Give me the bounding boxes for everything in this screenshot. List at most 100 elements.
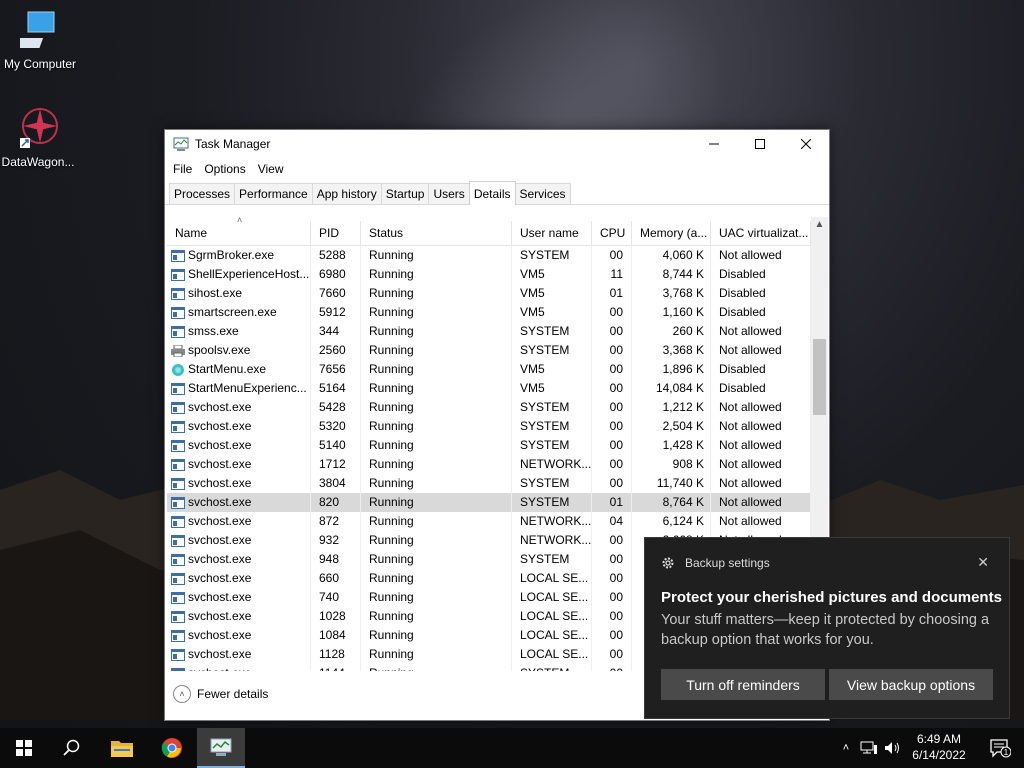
- cell-cpu: 01: [592, 284, 632, 303]
- cell-memory: 8,744 K: [632, 265, 711, 284]
- action-center-button[interactable]: 1: [976, 728, 1024, 768]
- cell-cpu: 00: [592, 626, 632, 645]
- close-icon: [801, 139, 811, 149]
- cell-memory: 908 K: [632, 455, 711, 474]
- cell-user-name: NETWORK...: [512, 512, 592, 531]
- cell-cpu: 00: [592, 436, 632, 455]
- cell-pid: 1084: [311, 626, 361, 645]
- cell-uac-virtualization: Not allowed: [711, 246, 811, 265]
- scrollbar-thumb[interactable]: [813, 339, 826, 415]
- maximize-button[interactable]: [737, 130, 783, 158]
- cell-cpu: 00: [592, 455, 632, 474]
- cell-name: svchost.exe: [167, 493, 311, 512]
- table-row[interactable]: svchost.exe 872 Running NETWORK... 04 6,124 K…: [167, 512, 827, 531]
- minimize-button[interactable]: [691, 130, 737, 158]
- table-row[interactable]: svchost.exe 820 Running SYSTEM 01 8,764 K Not …: [167, 493, 827, 512]
- taskbar-chrome[interactable]: [148, 728, 196, 768]
- cell-status: Running: [361, 550, 512, 569]
- desktop-icon-my-computer[interactable]: My Computer: [0, 8, 80, 71]
- tab-users[interactable]: Users: [428, 183, 470, 204]
- scroll-up-arrow-icon[interactable]: ▲: [811, 219, 828, 230]
- cell-status: Running: [361, 436, 512, 455]
- taskbar-task-manager[interactable]: [197, 728, 245, 768]
- network-icon[interactable]: [860, 741, 878, 755]
- cell-cpu: 00: [592, 379, 632, 398]
- table-row[interactable]: spoolsv.exe 2560 Running SYSTEM 00 3,368 K Not…: [167, 341, 827, 360]
- tab-app-history[interactable]: App history: [311, 183, 382, 204]
- cell-user-name: SYSTEM: [512, 417, 592, 436]
- cell-status: Running: [361, 341, 512, 360]
- view-backup-options-button[interactable]: View backup options: [829, 669, 993, 700]
- cell-uac-virtualization: Disabled: [711, 360, 811, 379]
- column-header-pid[interactable]: PID: [311, 221, 361, 245]
- column-header-user-name[interactable]: User name: [512, 221, 592, 245]
- show-hidden-icons-chevron-icon[interactable]: ˄: [836, 742, 856, 754]
- cell-status: Running: [361, 455, 512, 474]
- cell-cpu: 00: [592, 569, 632, 588]
- cell-pid: 6980: [311, 265, 361, 284]
- column-header-status[interactable]: Status: [361, 221, 512, 245]
- cell-memory: 3,368 K: [632, 341, 711, 360]
- tab-details[interactable]: Details: [468, 181, 516, 205]
- process-name: ShellExperienceHost....: [188, 267, 311, 281]
- volume-icon[interactable]: [884, 741, 902, 755]
- tab-startup[interactable]: Startup: [380, 183, 430, 204]
- clock-time: 6:49 AM: [916, 732, 962, 746]
- cell-pid: 820: [311, 493, 361, 512]
- menu-file[interactable]: File: [167, 162, 198, 176]
- table-row[interactable]: sihost.exe 7660 Running VM5 01 3,768 K Disable…: [167, 284, 827, 303]
- table-row[interactable]: svchost.exe 5320 Running SYSTEM 00 2,504 K Not…: [167, 417, 827, 436]
- menu-view[interactable]: View: [252, 162, 290, 176]
- table-row[interactable]: svchost.exe 1712 Running NETWORK... 00 908 KN…: [167, 455, 827, 474]
- table-row[interactable]: StartMenu.exe 7656 Running VM5 00 1,896 K Disa…: [167, 360, 827, 379]
- cell-name: svchost.exe: [167, 455, 311, 474]
- cell-status: Running: [361, 645, 512, 664]
- process-icon: [171, 287, 185, 300]
- toast-body: Your stuff matters—keep it protected by …: [661, 612, 990, 648]
- cell-pid: 5912: [311, 303, 361, 322]
- backup-toast-notification[interactable]: Backup settings ✕ Protect your cherished…: [644, 537, 1010, 719]
- table-row[interactable]: smartscreen.exe 5912 Running VM5 00 1,160 K Di…: [167, 303, 827, 322]
- cell-memory: 1,212 K: [632, 398, 711, 417]
- table-row[interactable]: svchost.exe 5428 Running SYSTEM 00 1,212 K Not…: [167, 398, 827, 417]
- start-button[interactable]: [0, 728, 48, 768]
- column-header-uac-virtualization[interactable]: UAC virtualizat...: [711, 221, 811, 245]
- table-row[interactable]: ShellExperienceHost.... 6980 Running VM5 11 8…: [167, 265, 827, 284]
- cell-user-name: SYSTEM: [512, 664, 592, 671]
- table-row[interactable]: SgrmBroker.exe 5288 Running SYSTEM 00 4,060 K…: [167, 246, 827, 265]
- cell-status: Running: [361, 512, 512, 531]
- cell-memory: 14,084 K: [632, 379, 711, 398]
- search-button[interactable]: [48, 728, 96, 768]
- clock-date: 6/14/2022: [912, 748, 966, 762]
- taskbar-clock[interactable]: 6:49 AM 6/14/2022: [904, 731, 974, 763]
- table-row[interactable]: svchost.exe 5140 Running SYSTEM 00 1,428 K Not…: [167, 436, 827, 455]
- cell-pid: 5140: [311, 436, 361, 455]
- tab-services[interactable]: Services: [514, 183, 571, 204]
- close-button[interactable]: [783, 130, 829, 158]
- process-icon: [171, 401, 185, 414]
- cell-uac-virtualization: Not allowed: [711, 474, 811, 493]
- cell-user-name: SYSTEM: [512, 398, 592, 417]
- cell-user-name: LOCAL SE...: [512, 645, 592, 664]
- column-header-cpu[interactable]: CPU: [592, 221, 632, 245]
- process-icon: [171, 439, 185, 452]
- cell-status: Running: [361, 398, 512, 417]
- cell-user-name: SYSTEM: [512, 474, 592, 493]
- cell-user-name: VM5: [512, 360, 592, 379]
- cell-uac-virtualization: Not allowed: [711, 398, 811, 417]
- cell-status: Running: [361, 284, 512, 303]
- table-row[interactable]: smss.exe 344 Running SYSTEM 00 260 K Not allow…: [167, 322, 827, 341]
- taskbar-file-explorer[interactable]: [98, 728, 146, 768]
- table-row[interactable]: StartMenuExperienc... 5164 Running VM5 00 14,…: [167, 379, 827, 398]
- tab-performance[interactable]: Performance: [234, 183, 313, 204]
- process-name: svchost.exe: [188, 609, 252, 623]
- desktop-icon-datawagon[interactable]: DataWagon...: [0, 106, 78, 169]
- table-row[interactable]: svchost.exe 3804 Running SYSTEM 00 11,740 K No…: [167, 474, 827, 493]
- column-header-memory[interactable]: Memory (a...: [632, 221, 711, 245]
- title-bar[interactable]: Task Manager: [165, 130, 829, 158]
- fewer-details-button[interactable]: ˄ Fewer details: [173, 685, 268, 703]
- tab-processes[interactable]: Processes: [169, 183, 236, 204]
- toast-close-icon[interactable]: ✕: [977, 554, 989, 571]
- turn-off-reminders-button[interactable]: Turn off reminders: [661, 669, 825, 700]
- menu-options[interactable]: Options: [198, 162, 251, 176]
